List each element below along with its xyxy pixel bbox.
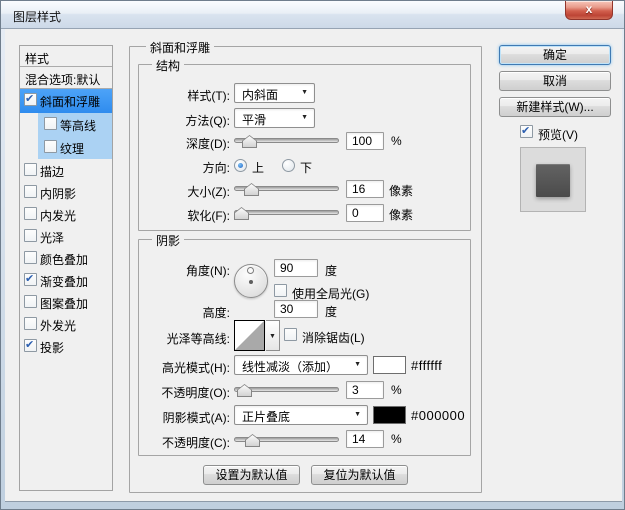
sidebar-item-satin[interactable]: 光泽 xyxy=(20,225,112,247)
sidebar-item-inner-glow[interactable]: 内发光 xyxy=(20,203,112,225)
sidebar-item-outer-glow[interactable]: 外发光 xyxy=(20,313,112,335)
sidebar-item-color-overlay[interactable]: 颜色叠加 xyxy=(20,247,112,269)
angle-marker-icon xyxy=(247,267,254,274)
bevel-emboss-checkbox[interactable] xyxy=(24,92,37,106)
depth-label: 深度(D): xyxy=(186,137,230,151)
technique-label: 方法(Q): xyxy=(185,114,230,128)
styles-list: 样式 混合选项:默认 斜面和浮雕 等高线 纹理 描边 内阴影 内发光 xyxy=(19,45,113,491)
pattern-overlay-checkbox[interactable] xyxy=(24,295,37,308)
shadow-opacity-slider[interactable] xyxy=(234,433,339,447)
panel-title: 斜面和浮雕 xyxy=(146,39,215,56)
sidebar-item-contour[interactable]: 等高线 xyxy=(38,113,112,136)
shadow-opacity-label: 不透明度(C): xyxy=(162,436,230,450)
depth-slider[interactable] xyxy=(234,134,339,148)
soften-input[interactable] xyxy=(346,204,384,222)
stroke-checkbox[interactable] xyxy=(24,163,37,176)
highlight-opacity-slider[interactable] xyxy=(234,383,339,397)
direction-up-radio[interactable] xyxy=(234,159,247,172)
highlight-opacity-input[interactable] xyxy=(346,381,384,399)
depth-input[interactable] xyxy=(346,132,384,150)
inner-shadow-checkbox[interactable] xyxy=(24,185,37,198)
shadow-hex: #000000 xyxy=(411,408,466,423)
color-overlay-checkbox[interactable] xyxy=(24,251,37,264)
sidebar-item-drop-shadow[interactable]: 投影 xyxy=(20,335,112,357)
drop-shadow-checkbox[interactable] xyxy=(24,338,37,352)
chevron-down-icon: ▼ xyxy=(354,361,361,368)
chevron-down-icon: ▼ xyxy=(354,411,361,418)
style-preview-panel xyxy=(520,147,586,212)
highlight-mode-label: 高光模式(H): xyxy=(162,361,230,375)
altitude-label: 高度: xyxy=(202,306,230,320)
window-title: 图层样式 xyxy=(13,10,62,24)
reset-default-button[interactable]: 复位为默认值 xyxy=(311,465,408,485)
altitude-input[interactable] xyxy=(274,300,318,318)
soften-label: 软化(F): xyxy=(187,209,230,223)
size-input[interactable] xyxy=(346,180,384,198)
chevron-down-icon: ▼ xyxy=(301,114,308,121)
size-slider[interactable] xyxy=(234,182,339,196)
ok-button[interactable]: 确定 xyxy=(499,45,611,65)
sidebar-item-bevel-emboss[interactable]: 斜面和浮雕 xyxy=(20,89,112,113)
direction-label: 方向: xyxy=(202,161,230,175)
size-label: 大小(Z): xyxy=(187,185,230,199)
close-icon: x xyxy=(585,2,593,16)
gloss-contour-thumbnail[interactable] xyxy=(234,320,265,351)
satin-checkbox[interactable] xyxy=(24,229,37,242)
preview-label: 预览(V) xyxy=(538,128,578,142)
set-default-button[interactable]: 设置为默认值 xyxy=(203,465,300,485)
slider-thumb[interactable] xyxy=(244,183,259,196)
slider-thumb[interactable] xyxy=(242,135,257,148)
angle-input[interactable] xyxy=(274,259,318,277)
contour-curve-icon xyxy=(235,321,264,350)
sidebar-item-pattern-overlay[interactable]: 图案叠加 xyxy=(20,291,112,313)
close-button[interactable]: x xyxy=(565,1,613,20)
shadow-mode-select[interactable]: 正片叠底 ▼ xyxy=(234,405,368,425)
shadow-opacity-input[interactable] xyxy=(346,430,384,448)
soften-slider[interactable] xyxy=(234,206,339,220)
sidebar-item-gradient-overlay[interactable]: 渐变叠加 xyxy=(20,269,112,291)
antialias-checkbox[interactable] xyxy=(284,328,297,341)
shadow-color-swatch[interactable] xyxy=(373,406,406,424)
inner-glow-checkbox[interactable] xyxy=(24,207,37,220)
slider-track[interactable] xyxy=(234,210,339,215)
technique-select[interactable]: 平滑 ▼ xyxy=(234,108,315,128)
layer-style-dialog: 图层样式 x 样式 混合选项:默认 斜面和浮雕 等高线 纹理 描边 xyxy=(0,0,625,510)
sidebar-item-stroke[interactable]: 描边 xyxy=(20,159,112,181)
highlight-color-swatch[interactable] xyxy=(373,356,406,374)
sidebar-item-blending-options[interactable]: 混合选项:默认 xyxy=(20,67,112,89)
angle-label: 角度(N): xyxy=(186,264,230,278)
titlebar: 图层样式 x xyxy=(1,1,624,29)
global-light-checkbox[interactable] xyxy=(274,284,287,297)
shadow-mode-label: 阴影模式(A): xyxy=(162,411,230,425)
dial-center-icon xyxy=(249,280,253,284)
chevron-down-icon: ▼ xyxy=(301,89,308,96)
slider-thumb[interactable] xyxy=(237,384,252,397)
chevron-down-icon: ▼ xyxy=(269,333,276,340)
cancel-button[interactable]: 取消 xyxy=(499,71,611,91)
sidebar-item-inner-shadow[interactable]: 内阴影 xyxy=(20,181,112,203)
preview-checkbox[interactable] xyxy=(520,124,533,138)
slider-thumb[interactable] xyxy=(234,207,249,220)
highlight-opacity-label: 不透明度(O): xyxy=(161,386,230,400)
sidebar-item-texture[interactable]: 纹理 xyxy=(38,136,112,159)
style-preview-swatch xyxy=(536,164,570,197)
contour-checkbox[interactable] xyxy=(44,117,57,130)
direction-down-radio[interactable] xyxy=(282,159,295,172)
outer-glow-checkbox[interactable] xyxy=(24,317,37,330)
gloss-contour-picker-button[interactable]: ▼ xyxy=(266,320,280,351)
style-label: 样式(T): xyxy=(187,89,230,103)
highlight-hex: #ffffff xyxy=(411,358,443,373)
angle-dial[interactable] xyxy=(234,264,268,298)
highlight-mode-select[interactable]: 线性减淡（添加） ▼ xyxy=(234,355,368,375)
gradient-overlay-checkbox[interactable] xyxy=(24,272,37,286)
gloss-contour-label: 光泽等高线: xyxy=(166,332,230,346)
slider-thumb[interactable] xyxy=(245,434,260,447)
new-style-button[interactable]: 新建样式(W)... xyxy=(499,97,611,117)
styles-list-header: 样式 xyxy=(20,46,112,67)
texture-checkbox[interactable] xyxy=(44,140,57,153)
style-select[interactable]: 内斜面 ▼ xyxy=(234,83,315,103)
